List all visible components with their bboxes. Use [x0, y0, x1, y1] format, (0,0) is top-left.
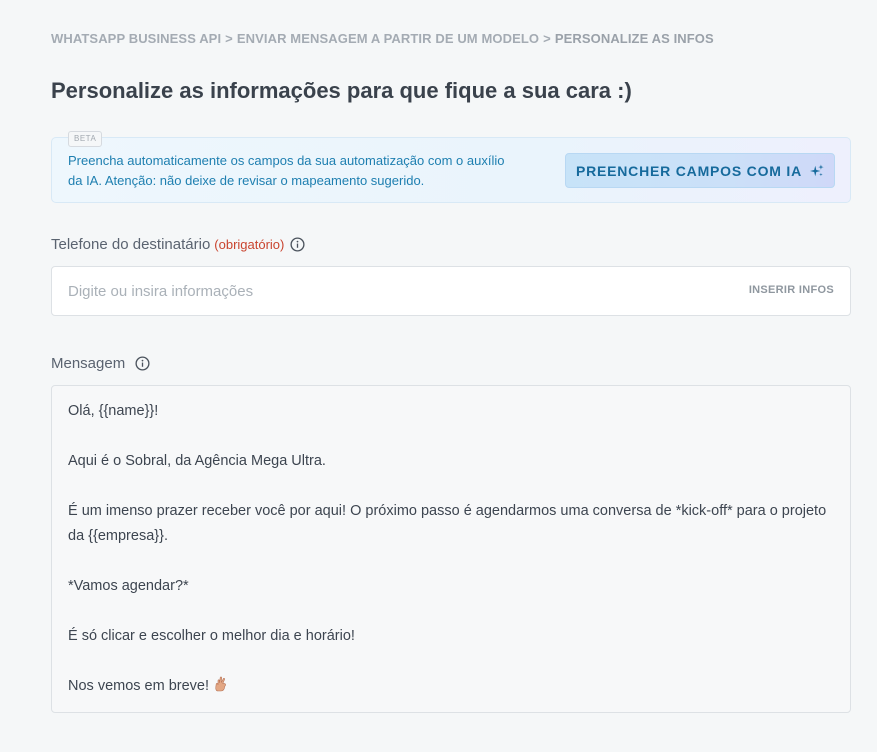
message-line: Olá, {{name}}! [68, 403, 159, 419]
page: WHATSAPP BUSINESS API > ENVIAR MENSAGEM A … [0, 0, 877, 752]
message-line: É um imenso prazer receber você por aqui… [68, 503, 827, 544]
message-line [68, 549, 834, 574]
phone-input[interactable] [52, 267, 732, 315]
insert-infos-button[interactable]: INSERIR INFOS [749, 284, 834, 296]
ai-autofill-panel: BETA Preencha automaticamente os campos … [51, 131, 851, 203]
info-icon[interactable] [290, 237, 305, 252]
ai-autofill-button[interactable]: PREENCHER CAMPOS COM IA [565, 153, 835, 188]
breadcrumb: WHATSAPP BUSINESS API > ENVIAR MENSAGEM A … [51, 31, 714, 46]
message-line [68, 649, 834, 674]
ai-autofill-description: Preencha automaticamente os campos da su… [68, 153, 505, 188]
breadcrumb-item-whatsapp-api[interactable]: WHATSAPP BUSINESS API [51, 31, 221, 46]
info-icon[interactable] [135, 356, 150, 371]
message-line-last: Nos vemos em breve! [68, 674, 834, 699]
message-line: *Vamos agendar?* [68, 578, 189, 594]
message-line [68, 424, 834, 449]
message-textarea[interactable]: Olá, {{name}}! Aqui é o Sobral, da Agênc… [51, 385, 851, 713]
message-line [68, 474, 834, 499]
breadcrumb-separator: > [225, 31, 233, 46]
message-line: É só clicar e escolher o melhor dia e ho… [68, 628, 355, 644]
sparkle-icon [810, 163, 824, 176]
phone-label-text: Telefone do destinatário [51, 236, 211, 253]
page-title: Personalize as informações para que fiqu… [51, 78, 632, 103]
beta-badge: BETA [68, 131, 103, 147]
message-line [68, 599, 834, 624]
breadcrumb-separator: > [543, 31, 551, 46]
ai-autofill-button-label: PREENCHER CAMPOS COM IA [575, 162, 803, 179]
phone-field-label: Telefone do destinatário (obrigatório) [51, 236, 305, 253]
breadcrumb-item-send-template[interactable]: ENVIAR MENSAGEM A PARTIR DE UM MODELO [237, 31, 539, 46]
required-marker: (obrigatório) [214, 237, 285, 252]
message-line: Aqui é o Sobral, da Agência Mega Ultra. [68, 453, 326, 469]
message-label-text: Mensagem [51, 355, 126, 372]
phone-field: INSERIR INFOS [51, 266, 851, 316]
breadcrumb-item-current: PERSONALIZE AS INFOS [554, 31, 714, 46]
message-line-text: Nos vemos em breve! [68, 678, 210, 694]
message-field-label: Mensagem [51, 355, 150, 372]
crossed-fingers-icon [215, 676, 226, 692]
